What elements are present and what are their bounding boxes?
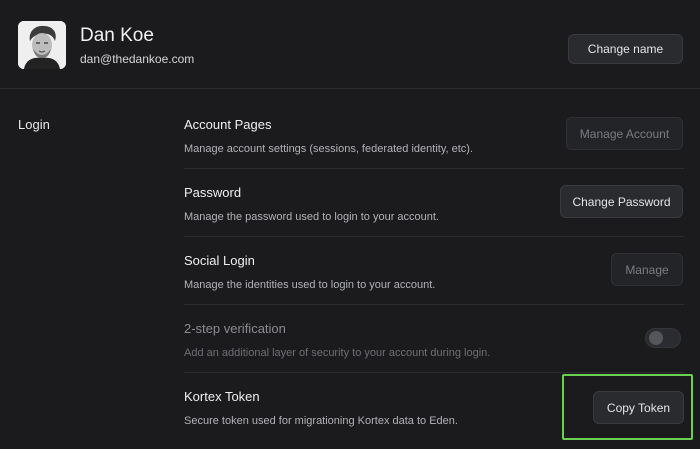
account-settings-page: Dan Koe dan@thedankoe.com Change name Lo…: [0, 0, 700, 449]
row-divider: [184, 304, 684, 305]
row-two-step-verification: 2-step verification Add an additional la…: [184, 321, 684, 359]
profile-email: dan@thedankoe.com: [80, 52, 195, 66]
highlight-box: [562, 374, 693, 440]
section-label-login: Login: [18, 117, 50, 132]
header-divider: [0, 88, 700, 89]
row-description: Manage the identities used to login to y…: [184, 279, 436, 291]
row-divider: [184, 372, 684, 373]
change-password-button[interactable]: Change Password: [560, 185, 683, 218]
manage-social-login-button[interactable]: Manage: [611, 253, 683, 286]
row-social-login: Social Login Manage the identities used …: [184, 253, 684, 291]
row-divider: [184, 168, 684, 169]
row-title: 2-step verification: [184, 321, 286, 336]
row-divider: [184, 236, 684, 237]
change-name-button[interactable]: Change name: [568, 34, 683, 64]
manage-account-button[interactable]: Manage Account: [566, 117, 683, 150]
two-step-toggle[interactable]: [645, 328, 681, 348]
row-description: Add an additional layer of security to y…: [184, 347, 491, 359]
profile-header: Dan Koe dan@thedankoe.com: [18, 21, 194, 69]
row-title: Social Login: [184, 253, 255, 268]
toggle-knob: [649, 331, 663, 345]
avatar: [18, 21, 66, 69]
profile-name: Dan Koe: [80, 25, 154, 46]
